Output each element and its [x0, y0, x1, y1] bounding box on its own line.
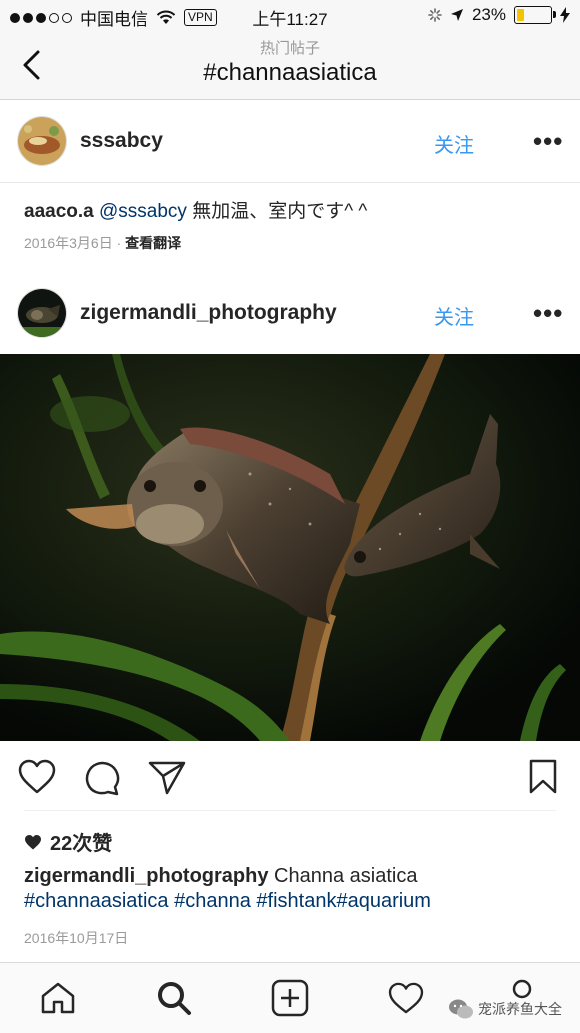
- page-title: #channaasiatica: [203, 59, 377, 86]
- bookmark-icon[interactable]: [528, 759, 558, 795]
- battery-icon: [514, 6, 556, 24]
- divider: [24, 810, 556, 811]
- comment-mention[interactable]: @sssabcy: [99, 201, 187, 222]
- comment-meta: 2016年3月6日 · 查看翻译: [24, 233, 181, 253]
- post-date: 2016年10月17日: [24, 930, 129, 946]
- fish-photo-image: [0, 354, 580, 741]
- heart-filled-icon: [25, 834, 41, 850]
- avatar[interactable]: [17, 116, 67, 166]
- comment-icon[interactable]: [84, 760, 120, 796]
- avatar[interactable]: [17, 288, 67, 338]
- location-icon: [450, 9, 463, 21]
- more-options-button[interactable]: •••: [533, 298, 563, 329]
- caption-text: Channa asiatica: [268, 865, 418, 887]
- battery-percent: 23%: [471, 5, 506, 24]
- loading-icon: [428, 8, 442, 22]
- post-caption: zigermandli_photography Channa asiatica …: [24, 864, 564, 914]
- translate-link[interactable]: 查看翻译: [125, 235, 181, 251]
- add-icon[interactable]: [271, 979, 309, 1017]
- comment-date: 2016年3月6日: [24, 235, 113, 251]
- watermark: 宠派养鱼大全: [448, 998, 562, 1020]
- follow-button[interactable]: 关注: [434, 301, 474, 330]
- charging-icon: [560, 7, 570, 23]
- status-right: 23%: [428, 5, 570, 25]
- share-icon[interactable]: [148, 760, 186, 796]
- follow-button[interactable]: 关注: [434, 129, 474, 158]
- caption-username[interactable]: zigermandli_photography: [24, 865, 268, 887]
- post-username[interactable]: zigermandli_photography: [80, 301, 337, 325]
- more-options-button[interactable]: •••: [533, 126, 563, 157]
- search-icon[interactable]: [156, 980, 192, 1016]
- likes-count[interactable]: 22次赞: [24, 827, 112, 856]
- heart-icon[interactable]: [18, 759, 56, 795]
- watermark-label: 宠派养鱼大全: [478, 1001, 562, 1017]
- caption-hashtags[interactable]: #channaasiatica #channa #fishtank#aquari…: [24, 890, 431, 912]
- post-username[interactable]: sssabcy: [80, 129, 163, 153]
- battery-fill: [517, 9, 524, 21]
- profile-icon[interactable]: [508, 979, 536, 999]
- comment-text: 無加温、室内です^ ^: [186, 201, 368, 222]
- meta-separator: ·: [112, 235, 126, 251]
- wechat-icon: [449, 999, 473, 1019]
- nav-subtitle: 热门帖子: [259, 40, 320, 57]
- activity-icon[interactable]: [388, 982, 424, 1014]
- navigation-bar: 热门帖子 #channaasiatica: [0, 32, 580, 100]
- status-bar: 中国电信 VPN 上午11:27 23%: [0, 0, 580, 32]
- home-icon[interactable]: [40, 981, 76, 1015]
- likes-label: 22次赞: [50, 833, 113, 855]
- post-photo[interactable]: [0, 354, 580, 741]
- comment: aaaco.a @sssabcy 無加温、室内です^ ^: [24, 196, 367, 223]
- divider: [0, 182, 580, 183]
- comment-username[interactable]: aaaco.a: [24, 201, 94, 222]
